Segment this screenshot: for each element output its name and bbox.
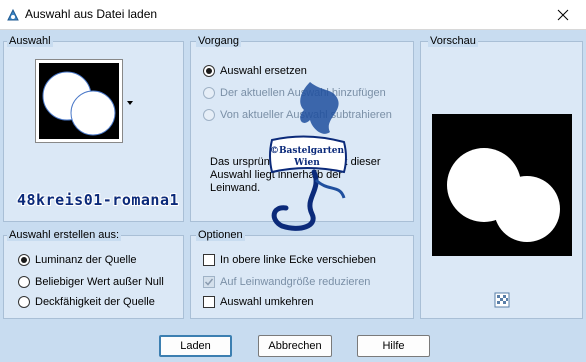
zoom-fit-button[interactable] xyxy=(494,292,510,308)
checkmark-icon xyxy=(204,278,214,286)
checkbox-label: Auf Leinwandgröße reduzieren xyxy=(220,276,371,288)
checkbox-label: In obere linke Ecke verschieben xyxy=(220,254,376,266)
watermark-text: 48kreis01-romana1 xyxy=(17,191,180,209)
watermark-logo-line1: ©Bastelgarten xyxy=(269,146,345,156)
radio-indicator xyxy=(203,65,215,77)
chevron-down-icon xyxy=(127,101,133,105)
close-icon xyxy=(557,9,569,21)
close-button[interactable] xyxy=(540,0,586,30)
auswahl-label: Auswahl xyxy=(7,35,53,47)
checkbox-reduce-canvas[interactable]: Auf Leinwandgröße reduzieren xyxy=(203,276,370,288)
cancel-button[interactable]: Abbrechen xyxy=(258,335,332,357)
vorschau-label: Vorschau xyxy=(428,35,478,47)
load-button[interactable]: Laden xyxy=(159,335,232,357)
watermark-logo-line2: Wien xyxy=(294,158,320,168)
radio-indicator xyxy=(203,109,215,121)
window-title: Auswahl aus Datei laden xyxy=(25,7,158,21)
optionen-label: Optionen xyxy=(196,229,245,241)
checkbox-indicator xyxy=(203,254,215,266)
checkbox-label: Auswahl umkehren xyxy=(220,296,314,308)
radio-opacity[interactable]: Deckfähigkeit der Quelle xyxy=(18,296,155,308)
radio-indicator xyxy=(18,276,30,288)
erstellen-label: Auswahl erstellen aus: xyxy=(7,229,122,241)
radio-label: Auswahl ersetzen xyxy=(220,65,307,77)
checkbox-invert-selection[interactable]: Auswahl umkehren xyxy=(203,296,314,308)
checkbox-indicator xyxy=(203,276,215,288)
dropdown-arrow-button[interactable] xyxy=(126,98,134,106)
watermark-logo: ©Bastelgarten Wien xyxy=(252,80,362,250)
selection-thumbnail[interactable] xyxy=(35,59,123,143)
dialog-body: Auswahl Vorgang Auswahl ersetzen Der akt… xyxy=(0,30,586,362)
radio-luminance[interactable]: Luminanz der Quelle xyxy=(18,254,137,266)
title-bar[interactable]: Auswahl aus Datei laden xyxy=(0,0,586,30)
checkerboard-icon xyxy=(494,292,510,308)
vorgang-label: Vorgang xyxy=(196,35,241,47)
checkbox-move-top-left[interactable]: In obere linke Ecke verschieben xyxy=(203,254,376,266)
radio-label: Luminanz der Quelle xyxy=(35,254,137,266)
preview-image xyxy=(447,148,560,242)
radio-indicator xyxy=(203,87,215,99)
selection-preview-image xyxy=(39,63,119,139)
radio-replace-selection[interactable]: Auswahl ersetzen xyxy=(203,65,307,77)
app-icon xyxy=(7,8,19,21)
checkbox-indicator xyxy=(203,296,215,308)
radio-indicator xyxy=(18,296,30,308)
radio-label: Beliebiger Wert außer Null xyxy=(35,276,164,288)
preview-canvas xyxy=(432,114,572,256)
help-button[interactable]: Hilfe xyxy=(357,335,430,357)
radio-indicator xyxy=(18,254,30,266)
radio-label: Deckfähigkeit der Quelle xyxy=(35,296,155,308)
radio-nonzero-value[interactable]: Beliebiger Wert außer Null xyxy=(18,276,164,288)
